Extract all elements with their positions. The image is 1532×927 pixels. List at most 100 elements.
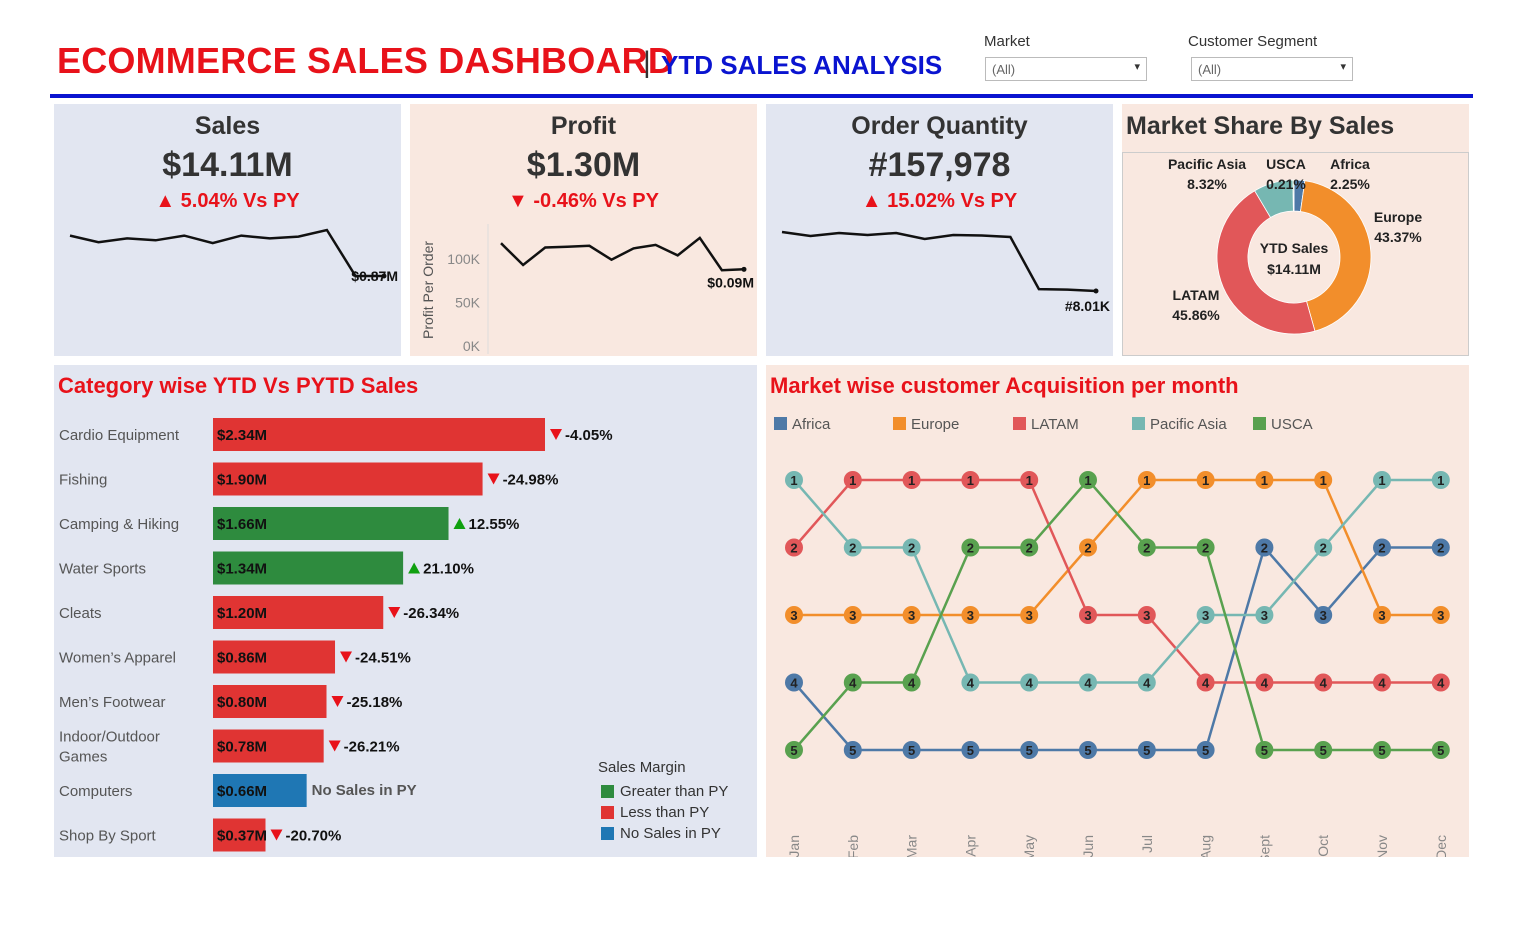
series-line xyxy=(793,478,1441,684)
segment-filter-label: Customer Segment xyxy=(1188,33,1318,50)
month-tick-label: Dec xyxy=(1433,835,1449,857)
bar-value-label: $0.66M xyxy=(217,783,267,800)
segment-filter-value: (All) xyxy=(1198,62,1222,77)
rank-label: 5 xyxy=(849,743,856,758)
chevron-down-icon: ▾ xyxy=(1134,61,1140,73)
rank-label: 1 xyxy=(849,473,856,488)
legend-swatch xyxy=(893,417,906,430)
sparkline-path xyxy=(781,230,1097,293)
bar-change-label: No Sales in PY xyxy=(312,782,417,799)
orders-sparkline: #8.01K xyxy=(781,230,1110,314)
rank-label: 3 xyxy=(1084,608,1091,623)
bar-change-label: -24.51% xyxy=(355,650,411,667)
legend-item[interactable]: Less than PY xyxy=(601,802,728,823)
rank-label: 2 xyxy=(1084,541,1091,556)
legend-label: Pacific Asia xyxy=(1150,416,1227,433)
rank-label: 5 xyxy=(1026,743,1033,758)
rank-label: 2 xyxy=(790,541,797,556)
dashboard-title: ECOMMERCE SALES DASHBOARD xyxy=(57,40,675,81)
rank-label: 5 xyxy=(1143,743,1150,758)
rank-label: 3 xyxy=(1026,608,1033,623)
legend-item[interactable]: Greater than PY xyxy=(601,781,728,802)
rank-label: 3 xyxy=(790,608,797,623)
bar-value-label: $0.80M xyxy=(217,694,267,711)
rank-label: 3 xyxy=(1437,608,1444,623)
market-filter-label: Market xyxy=(984,33,1030,50)
category-label: Games xyxy=(59,749,107,766)
rank-label: 5 xyxy=(908,743,915,758)
bar-value-label: $1.66M xyxy=(217,516,267,533)
rank-label: 5 xyxy=(1320,743,1327,758)
month-tick-label: May xyxy=(1021,835,1037,857)
market-share-card: Market Share By Sales YTD Sales $14.11M Af… xyxy=(1122,104,1469,356)
rank-label: 4 xyxy=(1320,676,1328,691)
rank-label: 4 xyxy=(908,676,916,691)
rank-label: 3 xyxy=(1378,608,1385,623)
market-share-donut: YTD Sales $14.11M Africa 2.25% Europe 43.37% L… xyxy=(1168,156,1422,335)
bar-change-label: -20.70% xyxy=(285,828,341,845)
bar-change-label: -25.18% xyxy=(347,694,403,711)
month-tick-label: Jan xyxy=(786,835,802,857)
rank-label: 5 xyxy=(790,743,797,758)
month-tick-label: Nov xyxy=(1374,835,1390,857)
acquisition-card: Market wise customer Acquisition per mon… xyxy=(766,365,1469,857)
category-label: Camping & Hiking xyxy=(59,516,179,533)
segment-filter-select[interactable]: (All) ▾ xyxy=(1191,57,1353,81)
bar-change-label: -26.21% xyxy=(344,739,400,756)
month-tick-label: Jul xyxy=(1139,835,1155,853)
profit-axis-title: Profit Per Order xyxy=(420,241,436,339)
month-tick-label: Oct xyxy=(1315,835,1331,857)
sparkline-end-label: $0.09M xyxy=(707,274,754,290)
rank-label: 1 xyxy=(1320,473,1327,488)
series-line xyxy=(793,478,1441,684)
legend-item[interactable]: No Sales in PY xyxy=(601,823,728,844)
triangle-down-icon xyxy=(550,429,562,440)
category-label: Men’s Footwear xyxy=(59,694,165,711)
category-label: Fishing xyxy=(59,472,107,489)
category-label: Cleats xyxy=(59,605,102,622)
bar-value-label: $0.86M xyxy=(217,650,267,667)
rank-label: 1 xyxy=(908,473,915,488)
sparkline-end-point xyxy=(741,266,747,272)
market-filter-select[interactable]: (All) ▾ xyxy=(985,57,1147,81)
sparkline-end-label: #8.01K xyxy=(1065,298,1110,314)
triangle-down-icon xyxy=(340,651,353,663)
triangle-down-icon xyxy=(328,740,341,752)
rank-label: 5 xyxy=(967,743,974,758)
bar-value-label: $2.34M xyxy=(217,427,267,444)
donut-label-name: USCA xyxy=(1266,156,1306,172)
triangle-down-icon xyxy=(487,473,500,485)
donut-center-value: $14.11M xyxy=(1267,261,1321,277)
profit-tick-label: 0K xyxy=(463,338,481,354)
legend-swatch xyxy=(1013,417,1026,430)
legend-swatch xyxy=(601,806,614,819)
rank-label: 4 xyxy=(1202,676,1210,691)
donut-label-value: 45.86% xyxy=(1172,307,1220,323)
rank-label: 4 xyxy=(1026,676,1034,691)
rank-label: 2 xyxy=(967,541,974,556)
rank-label: 2 xyxy=(1202,541,1209,556)
rank-label: 3 xyxy=(849,608,856,623)
profit-tick-label: 50K xyxy=(455,294,481,310)
donut-label-value: 2.25% xyxy=(1330,176,1370,192)
rank-label: 5 xyxy=(1084,743,1091,758)
donut-label-name: LATAM xyxy=(1173,287,1220,303)
rank-label: 5 xyxy=(1261,743,1268,758)
month-tick-label: Mar xyxy=(904,835,920,857)
donut-label-value: 43.37% xyxy=(1374,229,1422,245)
category-label: Indoor/Outdoor xyxy=(59,729,160,746)
rank-label: 5 xyxy=(1378,743,1385,758)
bar-value-label: $1.34M xyxy=(217,561,267,578)
sparkline-path xyxy=(69,228,384,278)
rank-label: 4 xyxy=(1261,676,1269,691)
rank-label: 2 xyxy=(849,541,856,556)
bar-change-label: 12.55% xyxy=(469,516,520,533)
rank-label: 5 xyxy=(1202,743,1209,758)
legend-swatch xyxy=(1132,417,1145,430)
rank-label: 4 xyxy=(1378,676,1386,691)
rank-label: 4 xyxy=(790,676,798,691)
rank-label: 2 xyxy=(1378,541,1385,556)
bar-change-label: -26.34% xyxy=(403,605,459,622)
profit-kpi-card: Profit $1.30M ▼ -0.46% Vs PY 0K 50K 100K Pr… xyxy=(410,104,757,356)
profit-tick-label: 100K xyxy=(447,251,480,267)
